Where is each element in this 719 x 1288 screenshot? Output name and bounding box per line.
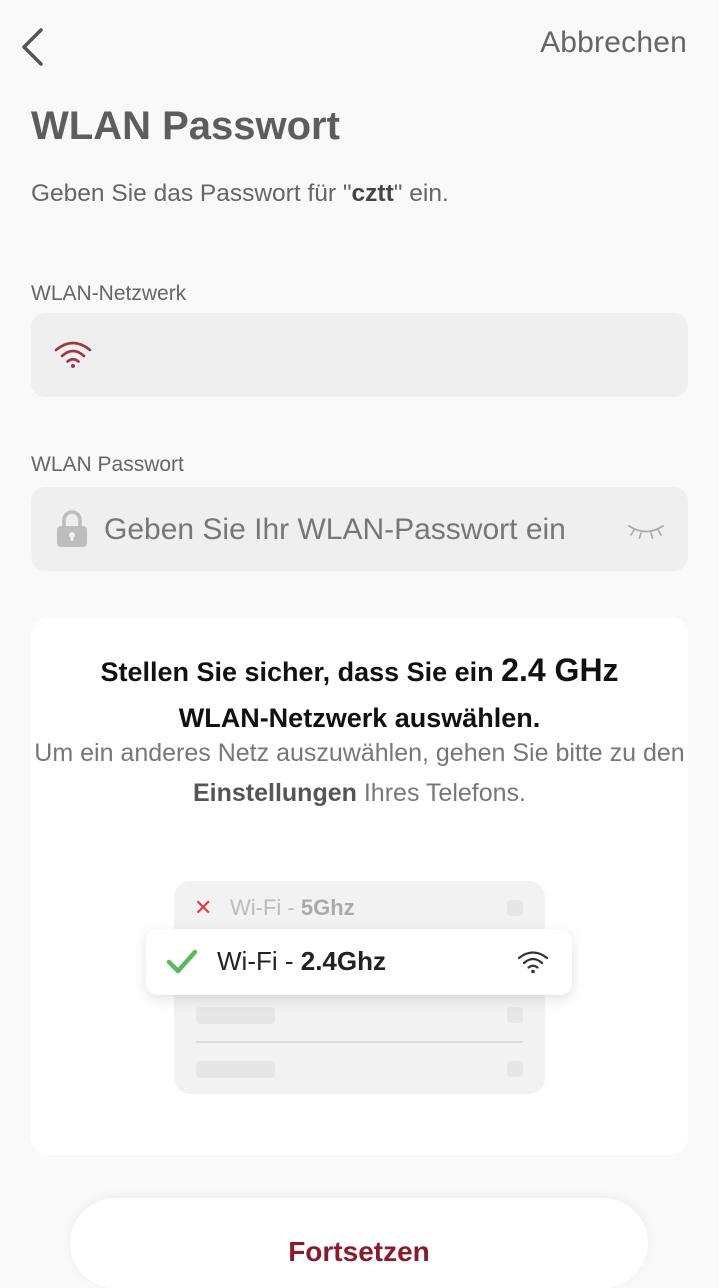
placeholder-square — [507, 1007, 523, 1023]
continue-button-label: Fortsetzen — [288, 1236, 430, 1267]
heading-part2: WLAN-Netzwerk auswählen. — [178, 703, 541, 733]
wifi-24ghz-label: Wi-Fi - 2.4Ghz — [217, 946, 386, 977]
password-field-label: WLAN Passwort — [31, 453, 184, 476]
text-part1: Um ein anderes Netz auszuwählen, gehen S… — [34, 739, 685, 767]
chevron-left-icon — [22, 28, 43, 66]
wifi-24ghz-band: 2.4Ghz — [300, 946, 386, 976]
wifi-24ghz-prefix: Wi-Fi - — [217, 946, 301, 976]
lock-icon — [57, 510, 87, 547]
info-card-text: Um ein anderes Netz auszuwählen, gehen S… — [31, 733, 688, 813]
wifi-5ghz-label: Wi-Fi - 5Ghz — [230, 895, 355, 921]
wifi-5ghz-band: 5Ghz — [300, 895, 355, 920]
network-name: cztt — [351, 180, 394, 207]
check-icon — [166, 949, 198, 974]
wifi-icon — [54, 341, 92, 368]
network-field[interactable] — [31, 313, 688, 397]
network-field-label: WLAN-Netzwerk — [31, 282, 187, 305]
cross-icon: ✕ — [194, 895, 213, 920]
page-subtitle: Geben Sie das Passwort für "cztt" ein. — [31, 180, 449, 208]
page-title: WLAN Passwort — [31, 104, 340, 148]
placeholder-square — [507, 1061, 523, 1077]
info-card-heading: Stellen Sie sicher, dass Sie ein 2.4 GHz… — [31, 647, 688, 741]
back-button[interactable] — [12, 24, 52, 70]
wifi-5ghz-prefix: Wi-Fi - — [230, 895, 301, 920]
heading-band: 2.4 GHz — [501, 652, 619, 688]
wifi-24ghz-row: Wi-Fi - 2.4Ghz — [146, 929, 572, 995]
cancel-button[interactable]: Abbrechen — [540, 26, 687, 60]
placeholder-square — [507, 900, 523, 916]
subtitle-suffix: " ein. — [393, 180, 449, 207]
info-card: Stellen Sie sicher, dass Sie ein 2.4 GHz… — [31, 617, 688, 1155]
heading-part1: Stellen Sie sicher, dass Sie ein — [100, 657, 494, 687]
illustration-divider — [196, 1041, 523, 1043]
text-part2: Ihres Telefons. — [363, 779, 526, 807]
wifi-5ghz-row: ✕ Wi-Fi - 5Ghz — [194, 895, 525, 921]
password-placeholder: Geben Sie Ihr WLAN-Passwort ein — [104, 513, 566, 546]
top-bar: Abbrechen — [0, 0, 719, 95]
subtitle-prefix: Geben Sie das Passwort für " — [31, 180, 352, 207]
skeleton-bar — [196, 1007, 275, 1024]
eye-closed-icon[interactable] — [626, 521, 666, 541]
continue-button[interactable]: Fortsetzen — [70, 1198, 648, 1288]
wifi-icon — [517, 951, 549, 974]
password-field[interactable]: Geben Sie Ihr WLAN-Passwort ein — [31, 487, 688, 571]
skeleton-bar — [196, 1061, 275, 1078]
settings-highlight: Einstellungen — [193, 779, 357, 807]
